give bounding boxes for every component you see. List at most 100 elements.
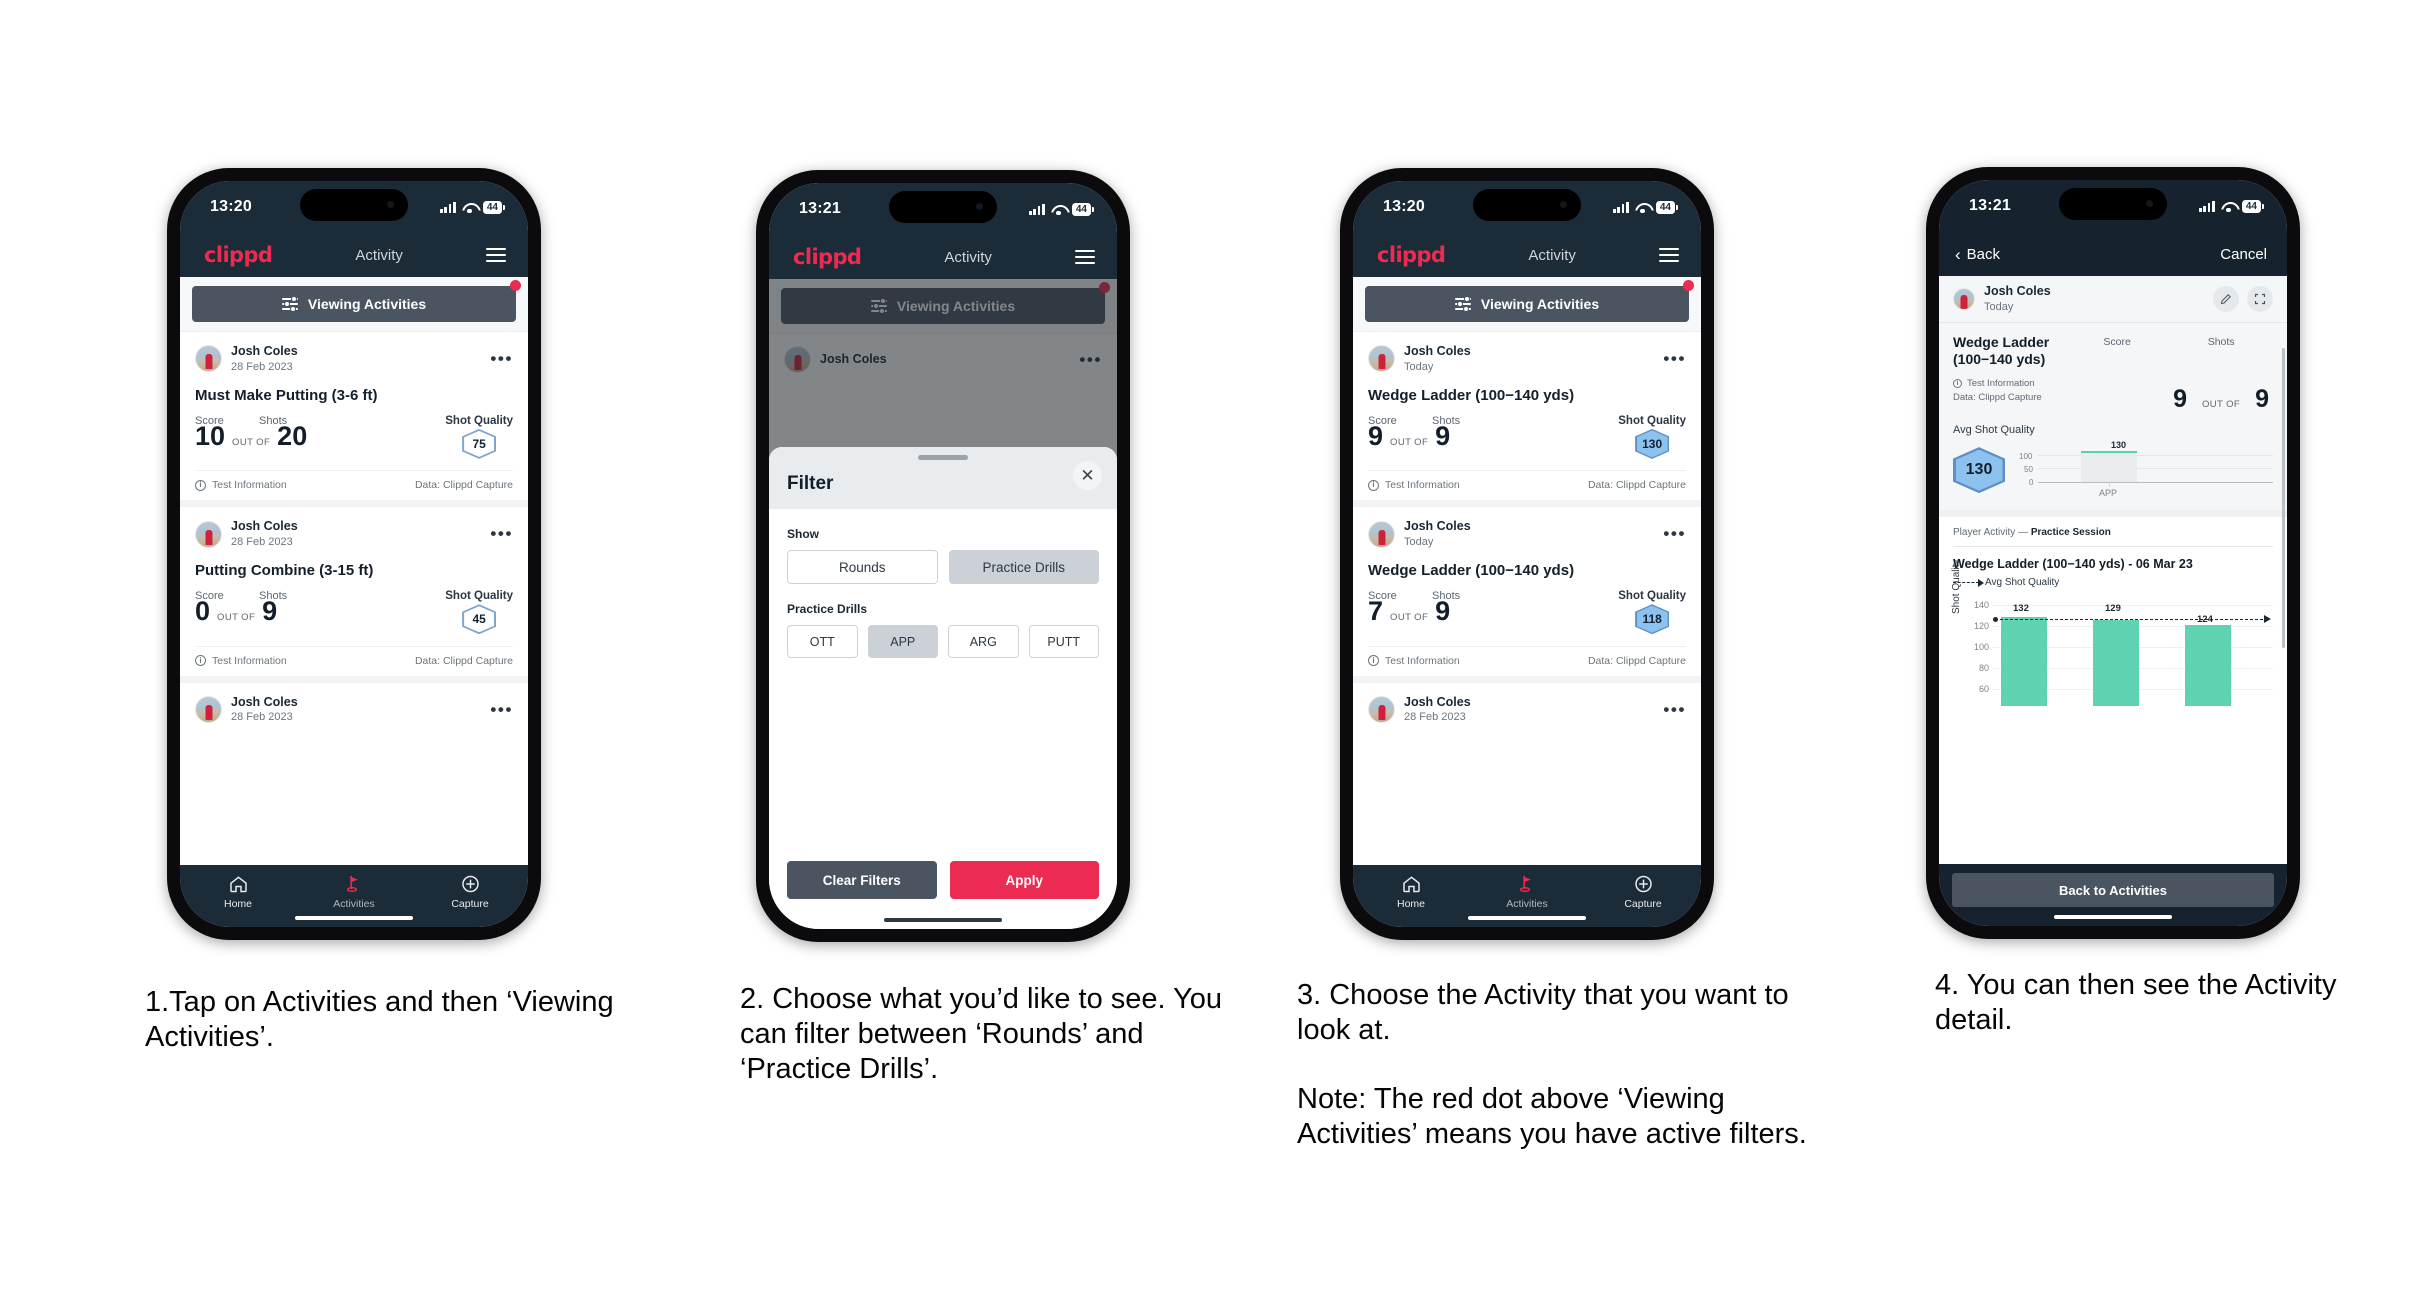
card-menu-icon[interactable]: ••• (1663, 701, 1686, 718)
tutorial-stage: 13:20 44 clippd Activity Viewing Activit… (0, 0, 2423, 1303)
viewing-activities-button[interactable]: Viewing Activities (192, 280, 521, 322)
user-name: Josh Coles (1404, 519, 1471, 534)
activity-card[interactable]: Josh Coles 28 Feb 2023 ••• Putting Combi… (180, 507, 528, 676)
activity-date: Today (1404, 535, 1434, 548)
clear-filters-button[interactable]: Clear Filters (787, 861, 937, 899)
chevron-left-icon: ‹ (1955, 244, 1961, 264)
quality-label: Shot Quality (445, 590, 513, 603)
hamburger-icon[interactable] (1074, 249, 1095, 265)
activity-detail: Josh Coles Today Wedge Ladder (100−140 y… (1939, 276, 2287, 864)
card-menu-icon[interactable]: ••• (490, 525, 513, 542)
chart-ytick: 80 (1978, 663, 1989, 674)
sliders-icon (1454, 295, 1471, 312)
avg-quality-hexagon: 130 (1953, 447, 2005, 494)
clippd-logo[interactable]: clippd (204, 243, 273, 267)
card-menu-icon[interactable]: ••• (1663, 350, 1686, 367)
practice-drills-section-label: Practice Drills (787, 602, 868, 616)
hamburger-icon[interactable] (485, 247, 506, 263)
page-title: Activity (944, 248, 992, 266)
activity-card[interactable]: Josh Coles 28 Feb 2023 ••• (180, 682, 528, 725)
tab-home[interactable]: Home (180, 874, 296, 910)
notch (1473, 189, 1581, 221)
card-header: Josh Coles 28 Feb 2023 ••• (195, 695, 513, 725)
detail-nav-bar: ‹ Back Cancel (1939, 232, 2287, 276)
tab-capture[interactable]: Capture (412, 874, 528, 910)
chart-ytick: 50 (2024, 465, 2033, 475)
pencil-icon[interactable] (2213, 285, 2239, 312)
notch (300, 189, 408, 221)
reference-line-arrow (2264, 615, 2271, 624)
apply-button[interactable]: Apply (949, 861, 1099, 899)
chart-ytick: 60 (1978, 684, 1989, 695)
filter-option-ott[interactable]: OTT (787, 625, 858, 658)
activity-card[interactable]: Josh Coles 28 Feb 2023 ••• (1353, 682, 1701, 725)
chart-bar (2093, 620, 2139, 707)
status-time: 13:20 (210, 198, 252, 215)
tab-activities-label: Activities (333, 898, 375, 910)
tab-activities[interactable]: Activities (296, 874, 412, 910)
back-button[interactable]: ‹ Back (1955, 246, 2000, 263)
tab-activities[interactable]: Activities (1469, 874, 1585, 910)
clippd-logo[interactable]: clippd (1377, 243, 1446, 267)
card-header: Josh Coles Today ••• (1368, 519, 1686, 549)
caption-step-4: 4. You can then see the Activity detail. (1935, 969, 2337, 1036)
home-indicator (884, 917, 1002, 922)
filter-option-rounds[interactable]: Rounds (787, 550, 938, 584)
filter-option-arg[interactable]: ARG (948, 625, 1019, 658)
chart-ytick: 140 (1973, 600, 1989, 611)
status-time: 13:20 (1383, 198, 1425, 215)
card-footer: i Test Information Data: Clippd Capture (195, 645, 513, 676)
activity-card[interactable]: Josh Coles 28 Feb 2023 ••• Must Make Put… (180, 332, 528, 501)
status-indicators: 44 (2198, 199, 2265, 213)
score-label: Score (2103, 335, 2131, 348)
clippd-logo[interactable]: clippd (793, 245, 862, 269)
session-prefix: Player Activity — (1953, 527, 2031, 539)
close-icon[interactable]: ✕ (1073, 461, 1102, 490)
activity-card[interactable]: Josh Coles Today ••• Wedge Ladder (100−1… (1353, 507, 1701, 676)
card-user: Josh Coles 28 Feb 2023 (195, 344, 298, 374)
detail-title: Wedge Ladder (100−140 yds) (1953, 333, 2050, 367)
activity-title: Must Make Putting (3-6 ft) (195, 386, 378, 404)
back-to-activities-button[interactable]: Back to Activities (1952, 873, 2274, 907)
status-indicators: 44 (1612, 200, 1679, 214)
avatar (1368, 520, 1395, 548)
card-menu-icon[interactable]: ••• (490, 701, 513, 718)
drag-handle[interactable] (918, 455, 968, 460)
activity-title: Wedge Ladder (100−140 yds) (1368, 386, 1575, 404)
viewing-activities-button[interactable]: Viewing Activities (1365, 280, 1694, 322)
scrollbar[interactable] (2282, 348, 2285, 648)
shots-metric: Shots (259, 590, 379, 602)
user-name: Josh Coles (231, 694, 298, 709)
card-header: Josh Coles 28 Feb 2023 ••• (195, 344, 513, 374)
cancel-button[interactable]: Cancel (2220, 246, 2267, 263)
activity-list: Viewing Activities Josh Coles 28 Feb 202… (180, 277, 528, 865)
card-header: Josh Coles 28 Feb 2023 ••• (195, 519, 513, 549)
card-footer: i Test Information Data: Clippd Capture (1368, 645, 1686, 676)
chart-ytick: 120 (1973, 621, 1989, 632)
test-information-label: Test Information (212, 479, 287, 492)
filter-option-practice-drills[interactable]: Practice Drills (948, 550, 1099, 584)
filter-option-putt[interactable]: PUTT (1028, 625, 1099, 658)
card-menu-icon[interactable]: ••• (490, 350, 513, 367)
card-menu-icon[interactable]: ••• (1663, 525, 1686, 542)
expand-icon[interactable] (2247, 285, 2273, 312)
tab-home[interactable]: Home (1353, 874, 1469, 910)
filter-option-app[interactable]: APP (867, 625, 938, 658)
chart-bar (2185, 625, 2231, 707)
tab-capture-label: Capture (1624, 898, 1662, 910)
card-header: Josh Coles Today ••• (1368, 344, 1686, 374)
card-user: Josh Coles Today (1368, 344, 1471, 374)
card-footer: i Test Information Data: Clippd Capture (195, 470, 513, 500)
hamburger-icon[interactable] (1658, 247, 1679, 263)
activity-title: Putting Combine (3-15 ft) (195, 562, 374, 580)
card-header: Josh Coles 28 Feb 2023 ••• (1368, 695, 1686, 725)
home-indicator (2054, 914, 2172, 919)
chart-ytick: 100 (2019, 452, 2033, 462)
data-source-label: Data: Clippd Capture (1587, 654, 1686, 667)
card-user: Josh Coles 28 Feb 2023 (195, 519, 298, 549)
status-indicators: 44 (1028, 202, 1095, 216)
data-source-label: Data: Clippd Capture (1953, 392, 2042, 404)
tab-capture[interactable]: Capture (1585, 874, 1701, 910)
activity-card[interactable]: Josh Coles Today ••• Wedge Ladder (100−1… (1353, 332, 1701, 501)
card-user: Josh Coles Today (1368, 519, 1471, 549)
